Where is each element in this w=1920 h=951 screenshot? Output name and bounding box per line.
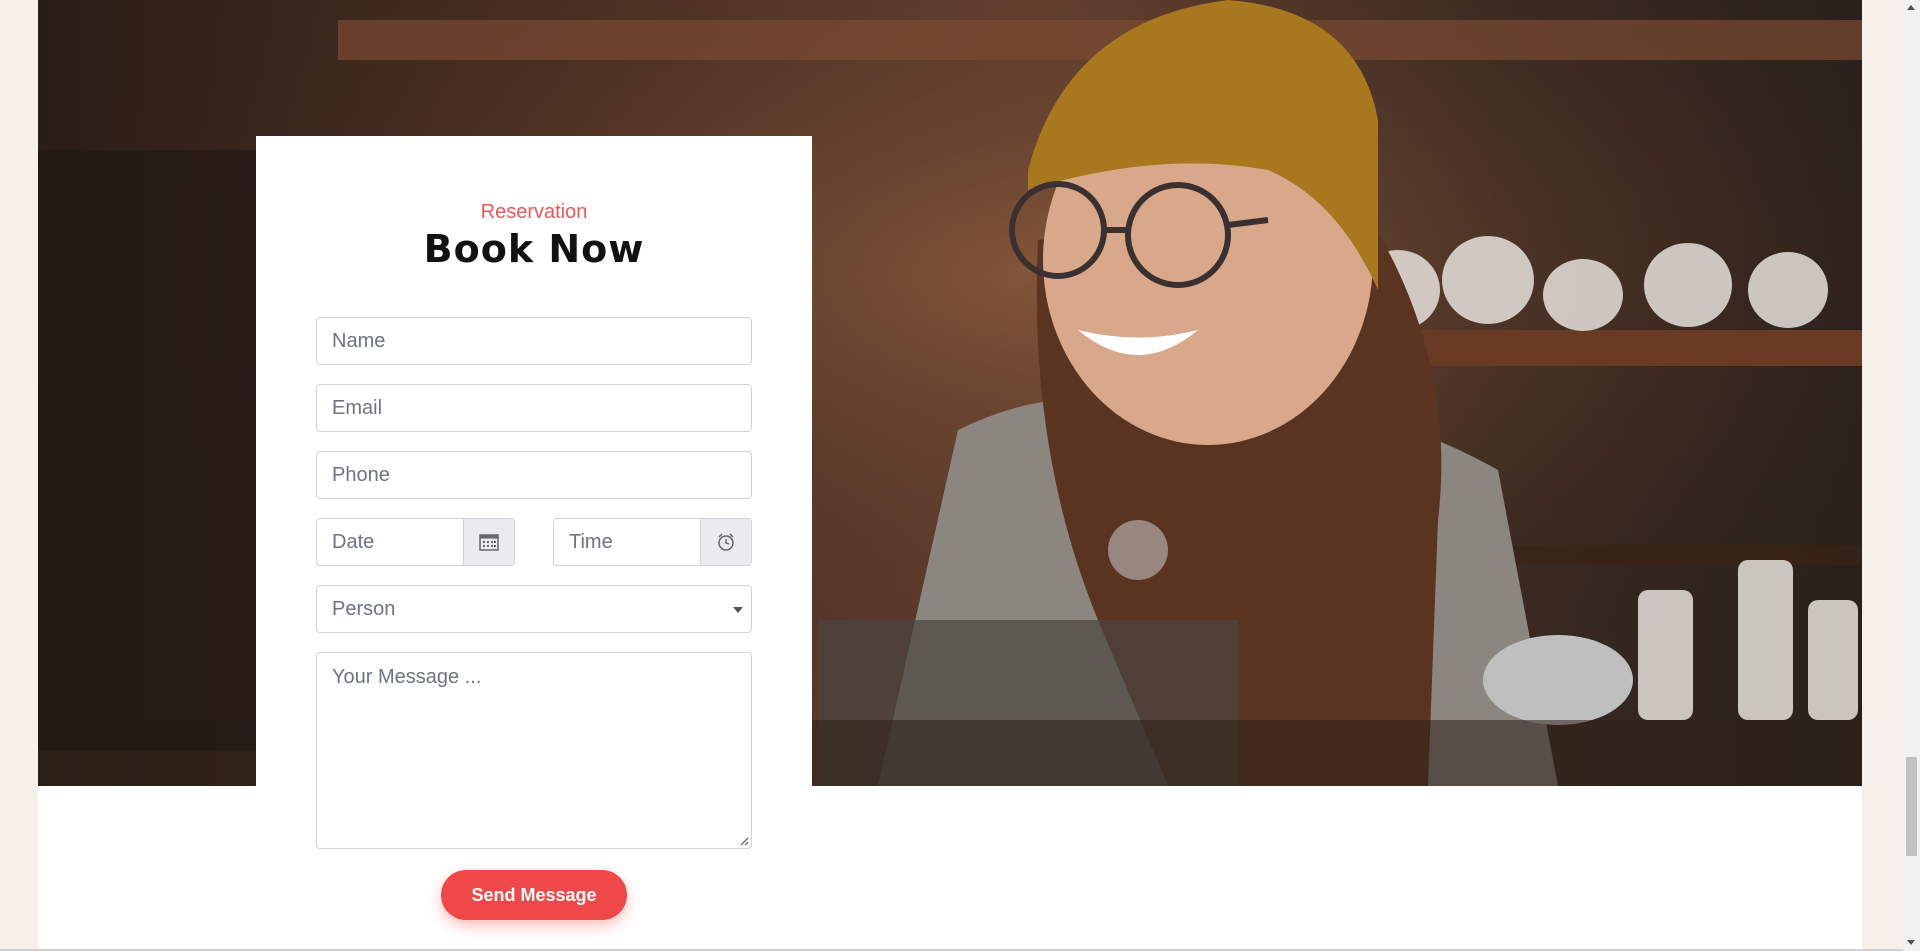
reservation-card: Reservation Book Now Name Email Phone Da…	[256, 136, 812, 951]
person-placeholder: Person	[332, 597, 396, 620]
email-input[interactable]: Email	[316, 384, 752, 432]
date-input[interactable]: Date	[316, 518, 515, 566]
section-eyebrow: Reservation	[480, 201, 588, 223]
vertical-scrollbar[interactable]	[1903, 0, 1920, 951]
scrollbar-thumb[interactable]	[1906, 757, 1917, 856]
send-message-button[interactable]: Send Message	[441, 870, 627, 920]
scroll-down-icon[interactable]	[1907, 940, 1915, 945]
reservation-form: Name Email Phone Date Time Person Your M…	[316, 317, 752, 920]
phone-input[interactable]: Phone	[316, 451, 752, 499]
date-time-row: Date Time	[316, 518, 752, 566]
time-input[interactable]: Time	[553, 518, 752, 566]
section-title: Book Now	[423, 227, 645, 271]
alarm-clock-icon-graphic	[718, 533, 734, 551]
time-placeholder: Time	[569, 530, 613, 553]
calendar-icon-graphic	[479, 534, 499, 551]
chevron-down-icon	[733, 607, 743, 613]
date-placeholder: Date	[332, 530, 375, 553]
message-placeholder: Your Message ...	[332, 666, 482, 688]
name-input[interactable]: Name	[316, 317, 752, 365]
resize-handle-icon[interactable]	[739, 836, 749, 846]
scroll-up-icon[interactable]	[1907, 5, 1915, 10]
calendar-icon[interactable]	[463, 519, 514, 565]
alarm-clock-icon[interactable]	[700, 519, 751, 565]
person-select[interactable]: Person	[316, 585, 752, 633]
message-textarea[interactable]: Your Message ...	[316, 652, 752, 849]
